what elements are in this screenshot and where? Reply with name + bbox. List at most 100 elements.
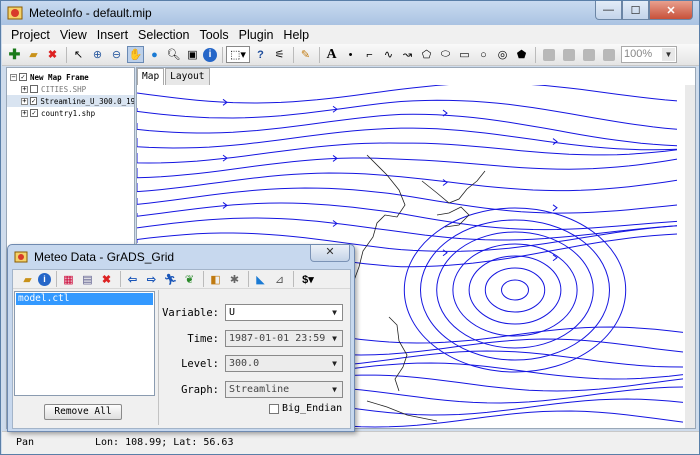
add-layer-icon[interactable]: ✚ [6, 46, 23, 63]
line-chart-icon[interactable]: ◣ [252, 271, 269, 288]
time-value: 1987-01-01 23:59 [229, 333, 326, 344]
menu-tools[interactable]: Tools [194, 28, 233, 42]
collapse-icon[interactable]: − [10, 73, 17, 81]
toolbar-separator [319, 46, 320, 63]
layer-checkbox[interactable]: ✓ [19, 73, 27, 81]
draw-curve-icon[interactable]: ∿ [380, 46, 397, 63]
full-extent-icon[interactable]: ▣ [184, 46, 201, 63]
edit-pencil-icon[interactable]: ✎ [297, 46, 314, 63]
dialog-body: ▰ i ▦ ▤ ✖ ⇦ ⇨ 🏃︎ ❦ ◧ ✱ ◣ ⊿ $▾ model.ctl … [12, 269, 351, 429]
layout-zoom-out-icon[interactable] [583, 48, 595, 61]
file-list-item[interactable]: model.ctl [16, 293, 153, 305]
draw-polyline-icon[interactable]: ⌐ [361, 46, 378, 63]
toolbar-separator [248, 271, 249, 287]
animation-runner-icon[interactable]: 🏃︎ [162, 271, 179, 288]
zoom-out-icon[interactable]: ⊖ [108, 46, 125, 63]
chevron-down-icon: ▼ [662, 48, 675, 61]
layer-tree-row-country[interactable]: + ✓ country1.shp [7, 107, 134, 119]
dialog-title: Meteo Data - GrADS_Grid [34, 250, 175, 264]
minimize-button[interactable]: — [595, 1, 622, 20]
help-icon[interactable]: ? [252, 46, 269, 63]
menu-insert[interactable]: Insert [92, 28, 133, 42]
layer-checkbox[interactable]: ✓ [29, 97, 38, 105]
remove-file-icon[interactable]: ✖ [98, 271, 115, 288]
draw-ellipse-icon[interactable]: ◎ [494, 46, 511, 63]
script-dropdown-icon[interactable]: $▾ [297, 271, 319, 288]
draw-curve-polygon-icon[interactable]: ⬭ [437, 46, 454, 63]
draw-text-icon[interactable]: A [323, 46, 340, 63]
big-endian-checkbox[interactable] [269, 403, 279, 414]
dialog-toolbar: ▰ i ▦ ▤ ✖ ⇦ ⇨ 🏃︎ ❦ ◧ ✱ ◣ ⊿ $▾ [13, 270, 350, 289]
layout-zoom-in-icon[interactable] [563, 48, 575, 61]
toolbar-separator [293, 46, 294, 63]
layer-tree-row-cities[interactable]: + CITIES.SHP [7, 83, 134, 95]
time-label: Time: [187, 333, 219, 345]
profile-chart-icon[interactable]: ⊿ [271, 271, 288, 288]
zoom-level-combo[interactable]: 100% ▼ [621, 46, 677, 63]
dialog-close-button[interactable]: ✕ [310, 245, 350, 262]
chart-settings-icon[interactable]: ◧ [207, 271, 224, 288]
toolbar-separator [203, 271, 204, 287]
draw-circle-icon[interactable]: ○ [475, 46, 492, 63]
level-select[interactable]: 300.0 ▼ [225, 355, 343, 372]
meteoinfo-app-icon [7, 6, 23, 20]
identify-info-icon[interactable]: i [203, 47, 217, 62]
time-select[interactable]: 1987-01-01 23:59 ▼ [225, 330, 343, 347]
big-endian-option[interactable]: Big_Endian [269, 403, 342, 414]
draw-rectangle-icon[interactable]: ▭ [456, 46, 473, 63]
zoom-level-value: 100% [624, 48, 653, 60]
grid-table-icon[interactable]: ▤ [79, 271, 96, 288]
expand-icon[interactable]: + [21, 85, 28, 93]
data-layer-icon[interactable]: ▦ [60, 271, 77, 288]
status-coordinates: Lon: 108.99; Lat: 56.63 [95, 437, 234, 448]
menu-project[interactable]: Project [6, 28, 55, 42]
tab-map[interactable]: Map [137, 68, 165, 85]
magnifier-icon[interactable]: 🔍︎ [165, 46, 182, 63]
layout-page-icon[interactable] [543, 48, 555, 61]
select-pointer-icon[interactable]: ↖ [70, 46, 87, 63]
open-folder-icon[interactable]: ▰ [25, 46, 42, 63]
close-button[interactable]: ✕ [649, 1, 693, 20]
title-bar[interactable]: MeteoInfo - default.mip — ☐ ✕ [1, 1, 699, 25]
menu-bar: Project View Insert Selection Tools Plug… [2, 25, 699, 44]
draw-point-icon[interactable]: • [342, 46, 359, 63]
tab-layout[interactable]: Layout [165, 68, 210, 85]
previous-arrow-icon[interactable]: ⇦ [124, 271, 141, 288]
window-title: MeteoInfo - default.mip [29, 6, 152, 20]
tools-wrench-icon[interactable]: ✱ [226, 271, 243, 288]
graph-type-select[interactable]: Streamline ▼ [225, 381, 343, 398]
select-rectangle-icon[interactable]: ⬚▾ [226, 46, 250, 63]
layout-fit-icon[interactable] [603, 48, 615, 61]
pan-hand-icon[interactable]: ✋ [127, 46, 144, 63]
next-arrow-icon[interactable]: ⇨ [143, 271, 160, 288]
expand-icon[interactable]: + [21, 97, 28, 105]
menu-view[interactable]: View [55, 28, 92, 42]
layer-tree-row-map-frame[interactable]: − ✓ New Map Frame [7, 71, 134, 83]
toolbar-separator [535, 46, 536, 63]
expand-icon[interactable]: + [21, 109, 28, 117]
draw-polygon-icon[interactable]: ⬠ [418, 46, 435, 63]
measure-icon[interactable]: ⚟ [271, 46, 288, 63]
globe-icon[interactable]: ● [146, 46, 163, 63]
draw-freehand-icon[interactable]: ↝ [399, 46, 416, 63]
zoom-in-icon[interactable]: ⊕ [89, 46, 106, 63]
toolbar-separator [222, 46, 223, 63]
maximize-button[interactable]: ☐ [622, 1, 649, 20]
info-icon[interactable]: i [38, 272, 51, 286]
open-file-icon[interactable]: ▰ [19, 271, 36, 288]
variable-select[interactable]: U ▼ [225, 304, 343, 321]
plot-icon[interactable]: ❦ [181, 271, 198, 288]
remove-layer-icon[interactable]: ✖ [44, 46, 61, 63]
layer-checkbox[interactable]: ✓ [30, 109, 38, 117]
layer-checkbox[interactable] [30, 85, 38, 93]
remove-all-button[interactable]: Remove All [44, 404, 122, 420]
map-vertical-scrollbar[interactable] [685, 85, 695, 428]
layer-tree-row-streamline[interactable]: + ✓ Streamline_U_300.0_198 [7, 95, 134, 107]
draw-pentagon-icon[interactable]: ⬟ [513, 46, 530, 63]
chevron-down-icon: ▼ [332, 359, 337, 368]
menu-plugin[interactable]: Plugin [234, 28, 279, 42]
data-file-list[interactable]: model.ctl [14, 291, 155, 396]
menu-help[interactable]: Help [278, 28, 314, 42]
menu-selection[interactable]: Selection [133, 28, 194, 42]
toolbar-separator [66, 46, 67, 63]
